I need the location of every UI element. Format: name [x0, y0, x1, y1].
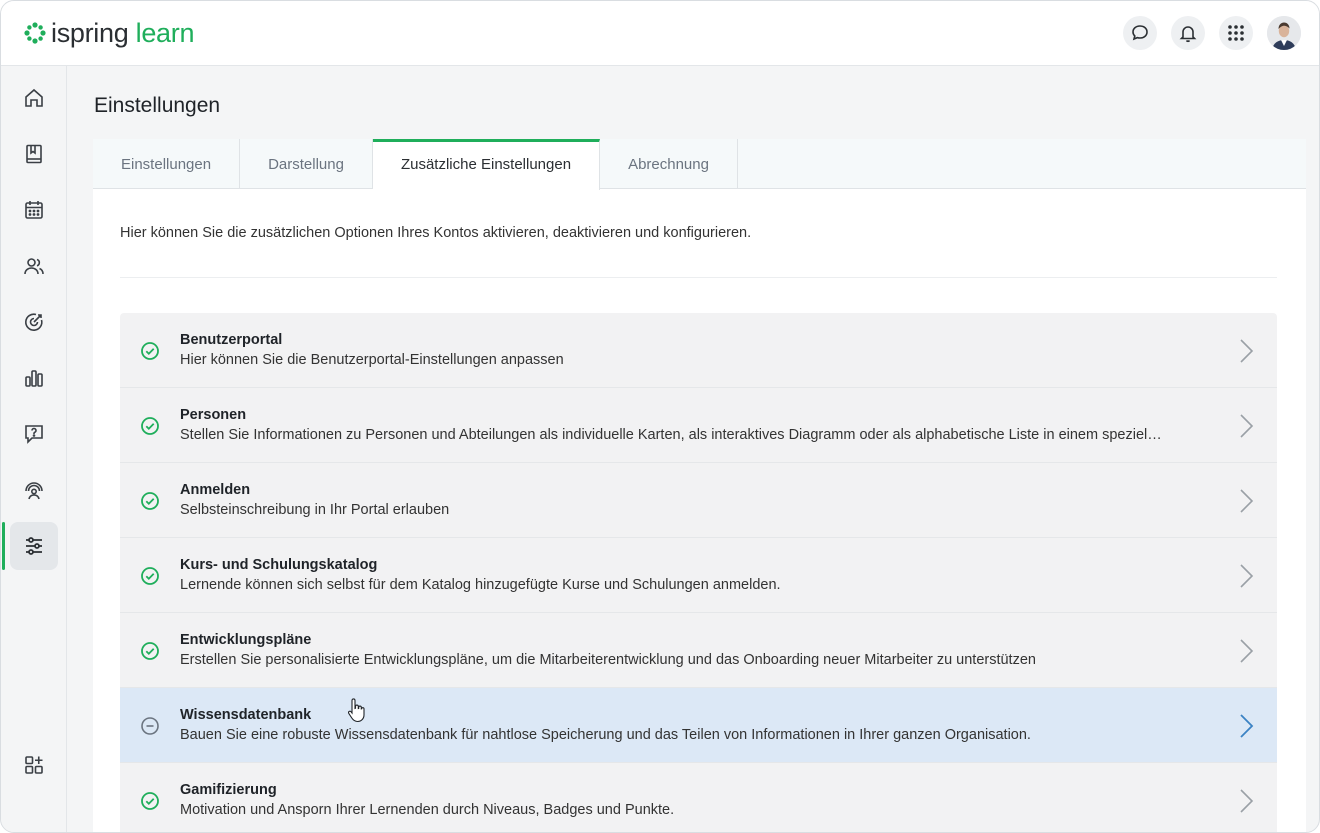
sidebar-item-library[interactable] — [10, 130, 58, 178]
sidebar-item-reports[interactable] — [10, 354, 58, 402]
minus-circle-icon — [141, 717, 159, 735]
grid-dots-icon — [1228, 25, 1244, 41]
chat-bubble-icon — [1132, 25, 1148, 41]
option-description: Motivation und Ansporn Ihrer Lernenden d… — [180, 802, 675, 818]
check-circle-icon — [141, 567, 159, 585]
option-description: Erstellen Sie personalisierte Entwicklun… — [180, 652, 1036, 668]
logo-text: ispring learn — [51, 17, 195, 48]
option-title: Benutzerportal — [180, 332, 283, 348]
sidebar-item-settings[interactable] — [10, 522, 58, 570]
options-list: Benutzerportal Hier können Sie die Benut… — [120, 313, 1277, 832]
option-title: Wissensdatenbank — [180, 707, 312, 723]
chevron-right-icon[interactable] — [1237, 562, 1255, 590]
app-window: ispring learn Einstellungen Einstellunge… — [0, 0, 1320, 833]
option-description: Stellen Sie Informationen zu Personen un… — [180, 427, 1162, 443]
headset-icon — [25, 482, 43, 500]
question-chat-icon — [25, 425, 43, 444]
top-bar: ispring learn — [1, 1, 1319, 66]
option-description: Selbsteinschreibung in Ihr Portal erlaub… — [180, 502, 450, 518]
settings-panel: Einstellungen Darstellung Zusätzliche Ei… — [93, 139, 1306, 832]
active-indicator — [2, 522, 5, 570]
sidebar-item-add-apps[interactable] — [10, 741, 58, 789]
option-title: Kurs- und Schulungskatalog — [180, 557, 378, 573]
chat-button[interactable] — [1123, 16, 1157, 50]
option-row-kurskatalog[interactable]: Kurs- und Schulungskatalog Lernende könn… — [120, 538, 1277, 613]
option-row-gamifizierung[interactable]: Gamifizierung Motivation und Ansporn Ihr… — [120, 763, 1277, 832]
option-description: Hier können Sie die Benutzerportal-Einst… — [180, 352, 564, 368]
divider — [120, 277, 1277, 278]
notifications-button[interactable] — [1171, 16, 1205, 50]
check-circle-icon — [141, 792, 159, 810]
user-avatar[interactable] — [1267, 16, 1301, 50]
logo-mark-icon — [24, 22, 46, 44]
tab-einstellungen[interactable]: Einstellungen — [93, 139, 241, 189]
option-description: Bauen Sie eine robuste Wissensdatenbank … — [180, 727, 1031, 743]
tab-zusaetzliche-einstellungen[interactable]: Zusätzliche Einstellungen — [372, 139, 601, 190]
bar-chart-icon — [25, 370, 43, 387]
bell-icon — [1179, 26, 1197, 43]
option-title: Personen — [180, 407, 247, 423]
sidebar-item-calendar[interactable] — [10, 186, 58, 234]
chevron-right-icon[interactable] — [1237, 337, 1255, 365]
option-row-wissensdatenbank[interactable]: Wissensdatenbank Bauen Sie eine robuste … — [120, 688, 1277, 763]
calendar-icon — [25, 201, 43, 219]
chevron-right-icon[interactable] — [1237, 637, 1255, 665]
option-title: Anmelden — [180, 482, 251, 498]
hand-cursor-icon — [347, 698, 365, 723]
tab-darstellung[interactable]: Darstellung — [240, 139, 373, 189]
page-title: Einstellungen — [94, 94, 221, 117]
avatar-icon — [1267, 16, 1301, 50]
check-circle-icon — [141, 417, 159, 435]
intro-text: Hier können Sie die zusätzlichen Optione… — [120, 225, 752, 241]
header-actions — [1123, 16, 1301, 50]
tab-abrechnung[interactable]: Abrechnung — [600, 139, 738, 189]
chevron-right-icon[interactable] — [1237, 712, 1255, 740]
check-circle-icon — [141, 642, 159, 660]
chevron-right-icon[interactable] — [1237, 412, 1255, 440]
apps-add-icon — [25, 756, 43, 774]
sidebar — [1, 66, 67, 832]
option-title: Entwicklungspläne — [180, 632, 312, 648]
option-row-benutzerportal[interactable]: Benutzerportal Hier können Sie die Benut… — [120, 313, 1277, 388]
sidebar-item-users[interactable] — [10, 242, 58, 290]
option-row-personen[interactable]: Personen Stellen Sie Informationen zu Pe… — [120, 388, 1277, 463]
logo[interactable]: ispring learn — [23, 18, 194, 49]
sliders-icon — [26, 537, 42, 555]
option-row-anmelden[interactable]: Anmelden Selbsteinschreibung in Ihr Port… — [120, 463, 1277, 538]
option-description: Lernende können sich selbst für dem Kata… — [180, 577, 781, 593]
sidebar-item-support[interactable] — [10, 466, 58, 514]
target-icon — [25, 313, 43, 331]
sidebar-item-questions[interactable] — [10, 410, 58, 458]
chevron-right-icon[interactable] — [1237, 487, 1255, 515]
check-circle-icon — [141, 492, 159, 510]
book-icon — [26, 144, 42, 164]
sidebar-item-home[interactable] — [10, 74, 58, 122]
apps-button[interactable] — [1219, 16, 1253, 50]
tab-bar: Einstellungen Darstellung Zusätzliche Ei… — [93, 139, 1306, 190]
sidebar-item-goals[interactable] — [10, 298, 58, 346]
users-icon — [24, 258, 44, 275]
option-row-entwicklungsplaene[interactable]: Entwicklungspläne Erstellen Sie personal… — [120, 613, 1277, 688]
home-icon — [25, 88, 43, 107]
option-title: Gamifizierung — [180, 782, 277, 798]
check-circle-icon — [141, 342, 159, 360]
chevron-right-icon[interactable] — [1237, 787, 1255, 815]
